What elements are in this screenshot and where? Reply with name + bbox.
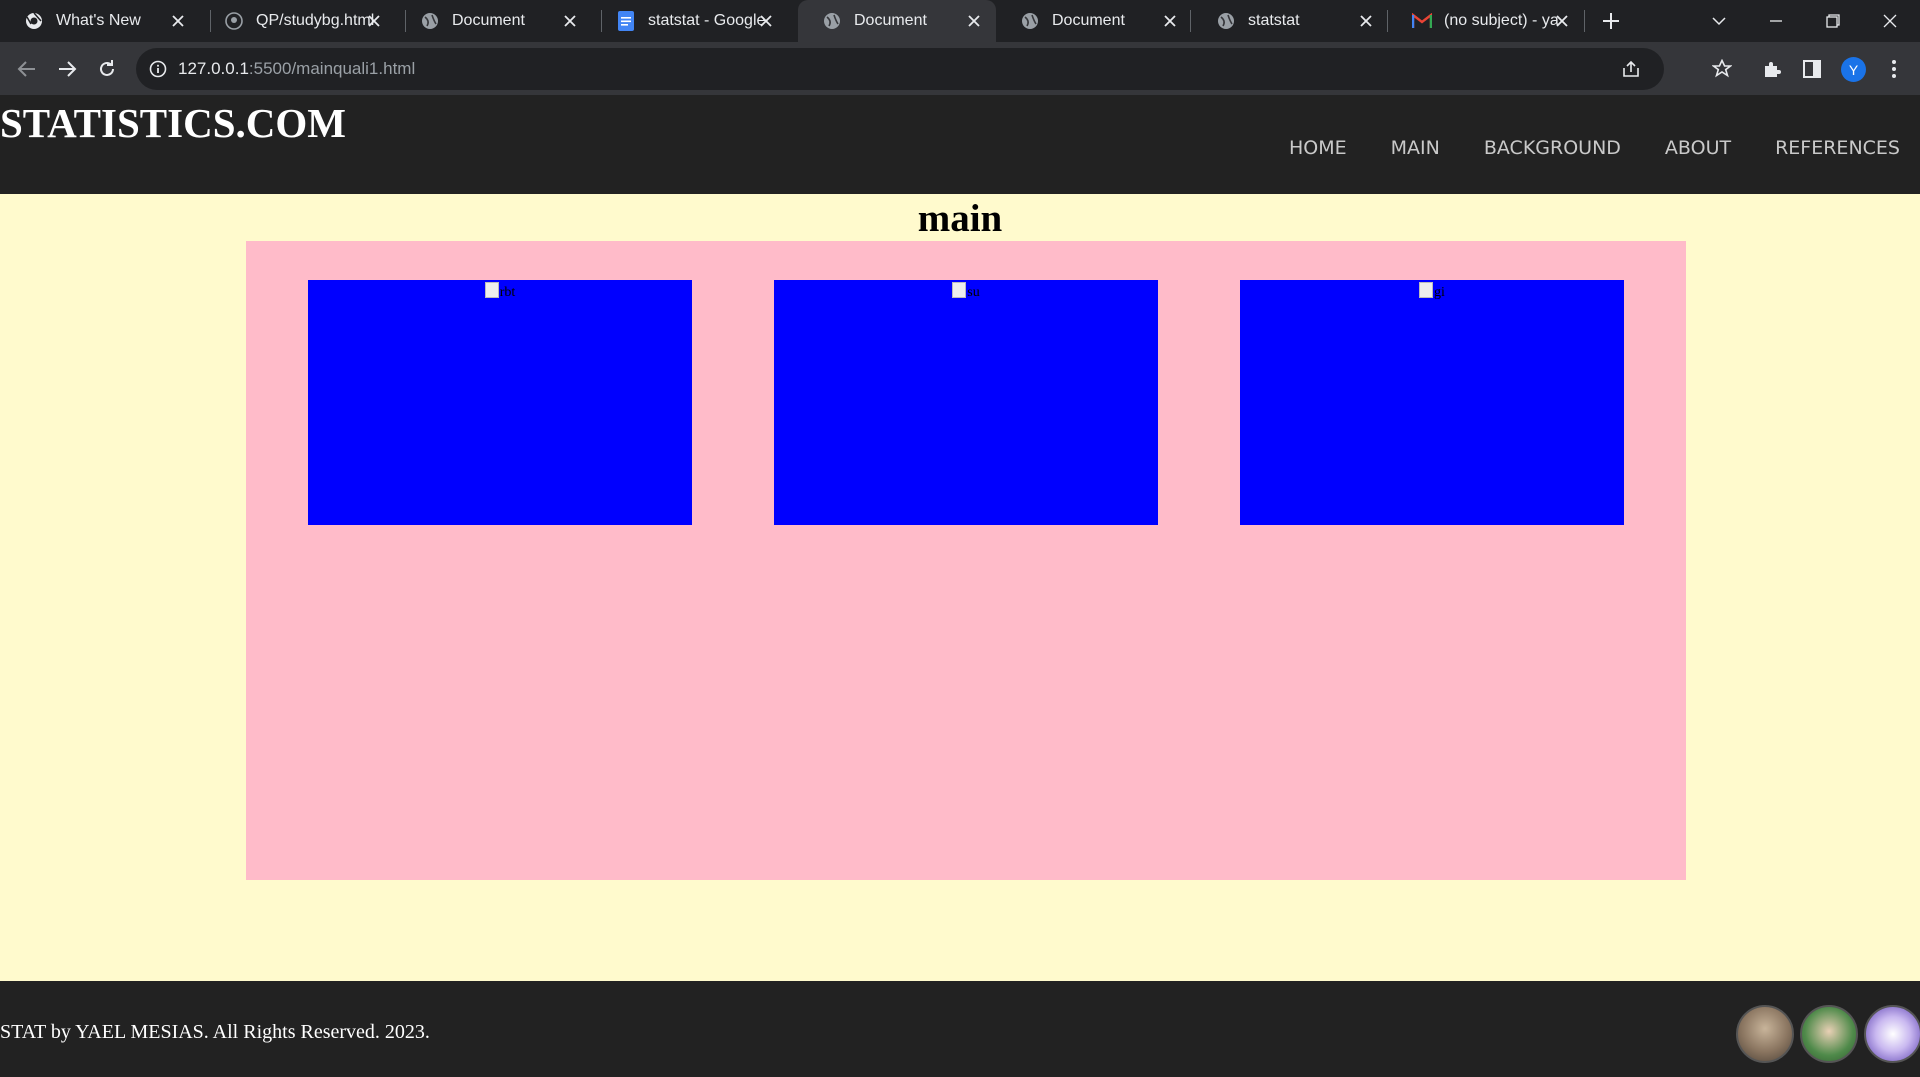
side-panel-icon[interactable]: [1798, 55, 1826, 83]
forward-arrow-icon[interactable]: [53, 55, 81, 83]
url-path: :5500/mainquali1.html: [248, 59, 416, 78]
menu-kebab-icon[interactable]: [1880, 55, 1908, 83]
url-text: 127.0.0.1:5500/mainquali1.html: [178, 59, 415, 79]
tab-title: QP/studybg.html: [256, 12, 374, 29]
tab-document-3[interactable]: Document: [996, 0, 1192, 42]
restore-icon[interactable]: [1820, 8, 1846, 34]
profile-avatar[interactable]: Y: [1841, 57, 1866, 82]
browser-tabstrip: What's New QP/studybg.html Document stat…: [0, 0, 1920, 42]
broken-image: rbt: [308, 282, 692, 301]
site-info-icon[interactable]: [148, 59, 168, 79]
gmail-icon: [1412, 11, 1432, 31]
new-tab-plus-icon[interactable]: [1598, 8, 1624, 34]
footer-copyright: STAT by YAEL MESIAS. All Rights Reserved…: [0, 1021, 430, 1043]
nav-references[interactable]: REFERENCES: [1775, 137, 1900, 159]
bookmark-star-icon[interactable]: [1708, 55, 1736, 83]
tab-search-chevron-icon[interactable]: [1706, 8, 1732, 34]
image-alt-text: rbt: [499, 285, 516, 300]
tab-document-1[interactable]: Document: [396, 0, 592, 42]
close-icon[interactable]: [1356, 11, 1376, 31]
broken-image: su: [774, 282, 1158, 301]
tab-separator: [1584, 10, 1585, 32]
url-host: 127.0.0.1: [178, 59, 249, 78]
image-card-su[interactable]: su: [774, 280, 1158, 525]
address-bar[interactable]: 127.0.0.1:5500/mainquali1.html: [136, 48, 1664, 90]
tab-whats-new[interactable]: What's New: [0, 0, 200, 42]
social-avatar-1[interactable]: [1736, 1005, 1794, 1063]
image-alt-text: gi: [1434, 285, 1445, 300]
nav-main[interactable]: MAIN: [1391, 137, 1440, 159]
google-docs-icon: [616, 11, 636, 31]
globe-icon: [420, 11, 440, 31]
broken-image-icon: [484, 282, 499, 298]
minimize-icon[interactable]: [1763, 8, 1789, 34]
page-title: main: [917, 197, 1003, 240]
back-arrow-icon[interactable]: [13, 55, 41, 83]
tab-studybg[interactable]: QP/studybg.html: [200, 0, 396, 42]
close-icon[interactable]: [560, 11, 580, 31]
close-icon[interactable]: [364, 11, 384, 31]
tab-title: What's New: [56, 12, 141, 29]
window-close-icon[interactable]: [1877, 8, 1903, 34]
share-icon[interactable]: [1620, 57, 1644, 81]
extensions-puzzle-icon[interactable]: [1758, 55, 1786, 83]
broken-image-icon: [1419, 282, 1434, 298]
browser-toolbar: 127.0.0.1:5500/mainquali1.html Y: [0, 42, 1920, 95]
tab-title: (no subject) - ya: [1444, 12, 1559, 29]
image-card-gi[interactable]: gi: [1240, 280, 1624, 525]
chrome-icon: [24, 11, 44, 31]
social-avatar-2[interactable]: [1800, 1005, 1858, 1063]
image-card-rbt[interactable]: rbt: [308, 280, 692, 525]
close-icon[interactable]: [1160, 11, 1180, 31]
content-panel: rbt su gi: [246, 241, 1686, 880]
social-avatar-3[interactable]: [1864, 1005, 1920, 1063]
tab-document-active[interactable]: Document: [798, 0, 996, 42]
globe-icon: [1216, 11, 1236, 31]
nav-home[interactable]: HOME: [1289, 137, 1347, 159]
tab-title: statstat: [1248, 12, 1300, 29]
image-alt-text: su: [967, 285, 980, 300]
tab-statstat[interactable]: statstat: [1192, 0, 1388, 42]
close-icon[interactable]: [964, 11, 984, 31]
tab-gmail[interactable]: (no subject) - ya: [1388, 0, 1584, 42]
broken-image: gi: [1240, 282, 1624, 301]
site-logo-text[interactable]: STATISTICS.COM: [0, 99, 346, 147]
tab-title: statstat - Google: [648, 12, 766, 29]
site-header: STATISTICS.COM HOME MAIN BACKGROUND ABOU…: [0, 95, 1920, 194]
broken-image-icon: [952, 282, 967, 298]
close-icon[interactable]: [1552, 11, 1572, 31]
nav-about[interactable]: ABOUT: [1665, 137, 1731, 159]
nav-background[interactable]: BACKGROUND: [1484, 137, 1621, 159]
globe-icon: [822, 11, 842, 31]
tab-title: Document: [1052, 12, 1125, 29]
reload-icon[interactable]: [93, 55, 121, 83]
close-icon[interactable]: [756, 11, 776, 31]
main-nav: HOME MAIN BACKGROUND ABOUT REFERENCES: [1245, 137, 1900, 159]
tab-title: Document: [452, 12, 525, 29]
site-footer: STAT by YAEL MESIAS. All Rights Reserved…: [0, 981, 1920, 1077]
globe-icon: [1020, 11, 1040, 31]
github-icon: [224, 11, 244, 31]
close-icon[interactable]: [168, 11, 188, 31]
tab-statstat-docs[interactable]: statstat - Google: [592, 0, 788, 42]
tab-separator: [1190, 10, 1191, 32]
tab-title: Document: [854, 12, 927, 29]
